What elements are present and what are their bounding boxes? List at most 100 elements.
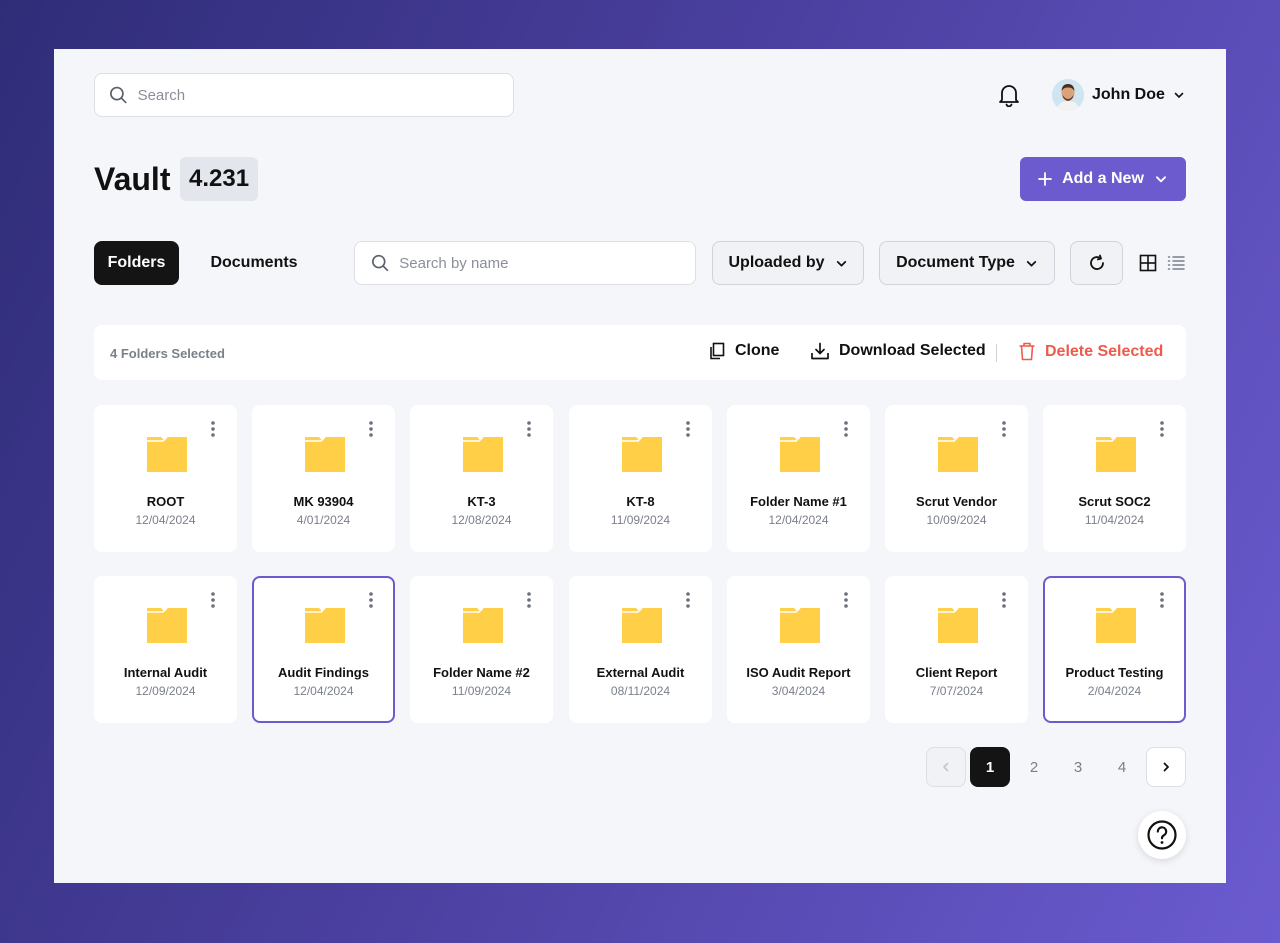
folder-card[interactable]: ISO Audit Report 3/04/2024 bbox=[727, 576, 870, 723]
add-new-label: Add a New bbox=[1062, 170, 1144, 187]
folder-icon bbox=[463, 607, 503, 643]
kebab-menu-icon[interactable] bbox=[526, 420, 532, 438]
folder-icon bbox=[305, 436, 345, 472]
folder-date: 7/07/2024 bbox=[929, 684, 984, 698]
folder-name: MK 93904 bbox=[293, 494, 354, 509]
list-view-icon[interactable] bbox=[1167, 254, 1185, 272]
kebab-menu-icon[interactable] bbox=[685, 420, 691, 438]
folder-icon bbox=[1096, 436, 1136, 472]
clone-button[interactable]: Clone bbox=[708, 342, 779, 360]
kebab-menu-icon[interactable] bbox=[843, 420, 849, 438]
page-button[interactable]: 3 bbox=[1058, 747, 1098, 787]
folder-card[interactable]: Scrut SOC2 11/04/2024 bbox=[1043, 405, 1186, 552]
global-search-input[interactable] bbox=[137, 86, 513, 104]
folder-date: 11/04/2024 bbox=[1084, 513, 1145, 527]
avatar bbox=[1052, 79, 1084, 111]
folder-name: KT-8 bbox=[626, 494, 655, 509]
chevron-down-icon bbox=[1155, 176, 1166, 183]
folder-icon bbox=[938, 436, 978, 472]
folder-name: Client Report bbox=[915, 665, 998, 680]
clone-label: Clone bbox=[735, 342, 780, 359]
delete-selected-button[interactable]: Delete Selected bbox=[1018, 342, 1163, 361]
folder-card[interactable]: KT-8 11/09/2024 bbox=[569, 405, 712, 552]
help-button[interactable] bbox=[1138, 811, 1186, 859]
kebab-menu-icon[interactable] bbox=[1001, 420, 1007, 438]
trash-icon bbox=[1019, 342, 1035, 361]
user-menu[interactable]: John Doe bbox=[1052, 78, 1185, 112]
name-search-input[interactable] bbox=[399, 254, 695, 272]
kebab-menu-icon[interactable] bbox=[526, 591, 532, 609]
folder-card[interactable]: MK 93904 4/01/2024 bbox=[252, 405, 395, 552]
folder-card[interactable]: External Audit 08/11/2024 bbox=[569, 576, 712, 723]
name-search[interactable] bbox=[354, 241, 696, 285]
folder-name: Scrut Vendor bbox=[916, 494, 997, 509]
folder-name: Scrut SOC2 bbox=[1078, 494, 1151, 509]
folder-card[interactable]: Folder Name #1 12/04/2024 bbox=[727, 405, 870, 552]
folder-icon bbox=[780, 607, 820, 643]
folder-date: 10/09/2024 bbox=[926, 513, 987, 527]
folder-name: Audit Findings bbox=[278, 665, 369, 680]
tab-documents[interactable]: Documents bbox=[204, 241, 304, 285]
uploaded-by-dropdown[interactable]: Uploaded by bbox=[712, 241, 864, 285]
tab-folders[interactable]: Folders bbox=[94, 241, 179, 285]
selection-bar: 4 Folders Selected Clone Download Select… bbox=[94, 325, 1186, 380]
folder-card[interactable]: KT-3 12/08/2024 bbox=[410, 405, 553, 552]
prev-page-button[interactable] bbox=[926, 747, 966, 787]
user-name: John Doe bbox=[1092, 86, 1165, 103]
plus-icon bbox=[1038, 172, 1052, 186]
folder-name: Product Testing bbox=[1065, 665, 1164, 680]
folder-icon bbox=[780, 436, 820, 472]
selected-count: 4 Folders Selected bbox=[110, 346, 225, 361]
page-title: Vault bbox=[94, 161, 171, 197]
folder-name: ISO Audit Report bbox=[746, 665, 851, 680]
folder-date: 08/11/2024 bbox=[610, 684, 671, 698]
kebab-menu-icon[interactable] bbox=[843, 591, 849, 609]
page-button[interactable]: 1 bbox=[970, 747, 1010, 787]
item-count-badge: 4.231 bbox=[180, 157, 259, 201]
folder-name: Folder Name #2 bbox=[433, 665, 530, 680]
add-new-button[interactable]: Add a New bbox=[1020, 157, 1186, 201]
vault-panel: John Doe Vault 4.231 Add a New Folders D… bbox=[54, 49, 1226, 883]
download-selected-button[interactable]: Download Selected bbox=[810, 342, 986, 360]
folder-card[interactable]: Client Report 7/07/2024 bbox=[885, 576, 1028, 723]
folder-card[interactable]: Internal Audit 12/09/2024 bbox=[94, 576, 237, 723]
kebab-menu-icon[interactable] bbox=[1001, 591, 1007, 609]
kebab-menu-icon[interactable] bbox=[368, 591, 374, 609]
grid-view-icon[interactable] bbox=[1139, 254, 1157, 272]
folder-card[interactable]: Folder Name #2 11/09/2024 bbox=[410, 576, 553, 723]
folder-date: 4/01/2024 bbox=[296, 513, 351, 527]
folder-name: Folder Name #1 bbox=[750, 494, 847, 509]
page-button[interactable]: 4 bbox=[1102, 747, 1142, 787]
folder-icon bbox=[622, 436, 662, 472]
page-button[interactable]: 2 bbox=[1014, 747, 1054, 787]
download-icon bbox=[811, 342, 829, 360]
folder-card[interactable]: Scrut Vendor 10/09/2024 bbox=[885, 405, 1028, 552]
folder-card[interactable]: Audit Findings 12/04/2024 bbox=[252, 576, 395, 723]
folder-date: 12/04/2024 bbox=[293, 684, 354, 698]
help-icon bbox=[1147, 820, 1177, 850]
chevron-left-icon bbox=[943, 762, 949, 772]
folder-card[interactable]: Product Testing 2/04/2024 bbox=[1043, 576, 1186, 723]
kebab-menu-icon[interactable] bbox=[210, 591, 216, 609]
kebab-menu-icon[interactable] bbox=[210, 420, 216, 438]
folder-date: 12/08/2024 bbox=[451, 513, 512, 527]
kebab-menu-icon[interactable] bbox=[1159, 420, 1165, 438]
folder-card[interactable]: ROOT 12/04/2024 bbox=[94, 405, 237, 552]
folder-icon bbox=[147, 607, 187, 643]
folder-date: 11/09/2024 bbox=[610, 513, 671, 527]
folder-name: Internal Audit bbox=[123, 665, 208, 680]
download-selected-label: Download Selected bbox=[839, 342, 986, 359]
document-type-dropdown[interactable]: Document Type bbox=[879, 241, 1055, 285]
folder-date: 12/09/2024 bbox=[135, 684, 196, 698]
kebab-menu-icon[interactable] bbox=[368, 420, 374, 438]
folder-date: 3/04/2024 bbox=[771, 684, 826, 698]
folder-date: 11/09/2024 bbox=[451, 684, 512, 698]
folder-date: 12/04/2024 bbox=[135, 513, 196, 527]
next-page-button[interactable] bbox=[1146, 747, 1186, 787]
global-search[interactable] bbox=[94, 73, 514, 117]
refresh-button[interactable] bbox=[1070, 241, 1123, 285]
kebab-menu-icon[interactable] bbox=[685, 591, 691, 609]
bell-icon[interactable] bbox=[998, 83, 1020, 107]
kebab-menu-icon[interactable] bbox=[1159, 591, 1165, 609]
chevron-down-icon bbox=[1026, 260, 1037, 267]
